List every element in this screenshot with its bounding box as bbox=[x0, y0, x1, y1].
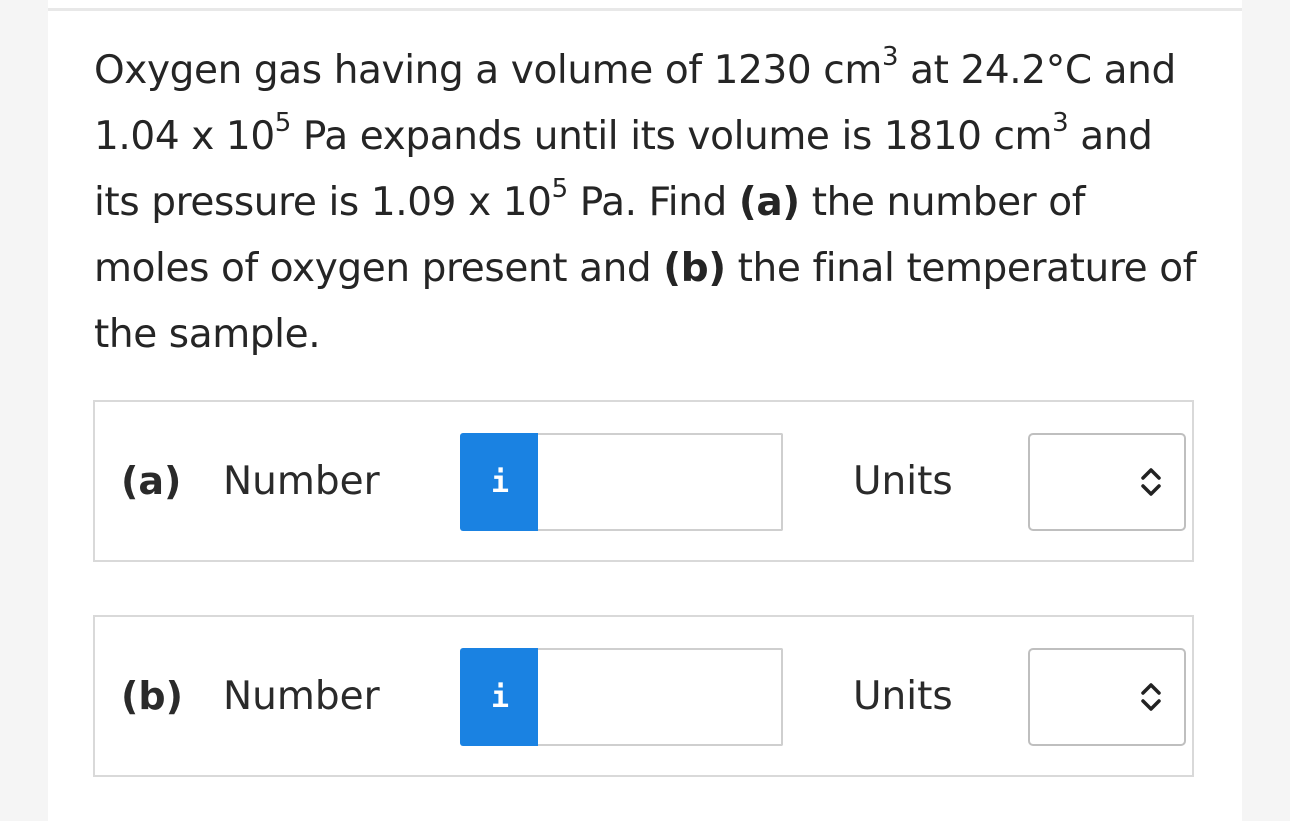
number-input-a[interactable] bbox=[538, 433, 783, 531]
answer-row-b: (b) Number i Units bbox=[93, 615, 1194, 777]
info-icon-glyph: i bbox=[490, 464, 510, 500]
chevron-up-down-icon bbox=[1141, 683, 1161, 711]
number-input-b[interactable] bbox=[538, 648, 783, 746]
units-select-b[interactable] bbox=[1028, 648, 1186, 746]
info-icon[interactable]: i bbox=[460, 648, 540, 746]
answer-row-a: (a) Number i Units bbox=[93, 400, 1194, 562]
units-label-a: Units bbox=[853, 458, 953, 504]
number-label-a: Number bbox=[223, 458, 380, 504]
units-select-a[interactable] bbox=[1028, 433, 1186, 531]
info-icon-glyph: i bbox=[490, 679, 510, 715]
units-label-b: Units bbox=[853, 673, 953, 719]
info-icon[interactable]: i bbox=[460, 433, 540, 531]
part-label-b: (b) bbox=[121, 674, 183, 718]
top-divider bbox=[48, 8, 1242, 11]
question-text: Oxygen gas having a volume of 1230 cm3 a… bbox=[94, 42, 1197, 357]
chevron-up-down-icon bbox=[1141, 468, 1161, 496]
number-label-b: Number bbox=[223, 673, 380, 719]
part-label-a: (a) bbox=[121, 459, 182, 503]
